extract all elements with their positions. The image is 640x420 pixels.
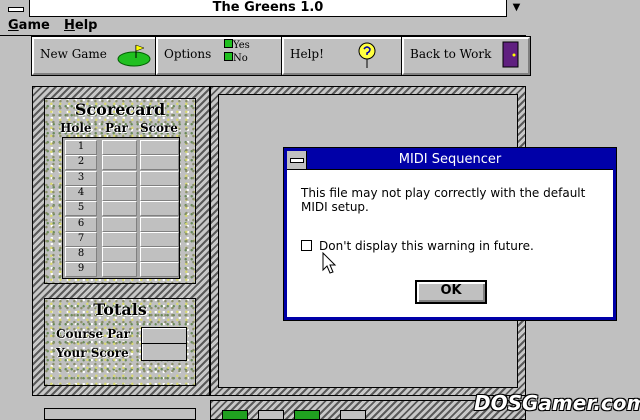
dialog-system-menu[interactable] bbox=[287, 151, 307, 169]
watermark-text: DOSGamer.com bbox=[474, 391, 640, 415]
dialog-system-menu-icon bbox=[290, 158, 304, 163]
minimize-button[interactable]: ▼ bbox=[506, 0, 526, 17]
club-icon-1[interactable] bbox=[222, 410, 248, 420]
par-cell bbox=[102, 170, 137, 186]
hole-number: 2 bbox=[65, 155, 97, 171]
score-header: Score bbox=[140, 121, 178, 135]
score-cell bbox=[140, 231, 179, 247]
system-menu-button[interactable] bbox=[0, 0, 30, 17]
par-cell bbox=[102, 262, 137, 278]
dialog-message: This file may not play correctly with th… bbox=[301, 186, 586, 214]
help-button[interactable]: Help! bbox=[281, 36, 405, 76]
system-menu-icon bbox=[8, 7, 24, 12]
window-title: The Greens 1.0 bbox=[212, 0, 324, 15]
mouse-cursor-icon bbox=[322, 252, 337, 274]
par-cell bbox=[102, 155, 137, 171]
par-cell bbox=[102, 201, 137, 217]
new-game-button[interactable]: New Game bbox=[31, 36, 159, 76]
par-header: Par bbox=[105, 121, 128, 135]
club-icon-3[interactable] bbox=[294, 410, 320, 420]
door-icon bbox=[502, 41, 519, 68]
par-cell bbox=[102, 231, 137, 247]
totals-divider bbox=[142, 343, 186, 344]
hole-header: Hole bbox=[60, 121, 92, 135]
hole-number: 3 bbox=[65, 170, 97, 186]
options-button[interactable]: Options Yes No bbox=[155, 36, 285, 76]
score-cell bbox=[140, 170, 179, 186]
options-yes-toggle[interactable]: Yes bbox=[224, 39, 250, 51]
score-cell bbox=[140, 216, 179, 232]
toolbar: New Game Options Yes No Help! Back to Wo… bbox=[31, 36, 531, 76]
hole-number: 5 bbox=[65, 201, 97, 217]
hole-number: 8 bbox=[65, 247, 97, 263]
totals-title: Totals bbox=[93, 300, 147, 319]
score-cell bbox=[140, 201, 179, 217]
ok-button[interactable]: OK bbox=[415, 280, 487, 304]
back-to-work-button[interactable]: Back to Work bbox=[401, 36, 531, 76]
golf-green-icon bbox=[117, 44, 151, 67]
par-cell bbox=[102, 247, 137, 263]
score-cell bbox=[140, 155, 179, 171]
par-cell bbox=[102, 140, 137, 155]
menu-help[interactable]: Help bbox=[64, 18, 97, 34]
score-cell bbox=[140, 140, 179, 155]
score-cell bbox=[140, 262, 179, 278]
question-balloon-icon bbox=[358, 42, 376, 68]
yes-box-icon bbox=[224, 39, 233, 48]
par-cell bbox=[102, 185, 137, 201]
menu-bar: Game Help bbox=[0, 17, 526, 36]
your-score-label: Your Score bbox=[56, 346, 129, 360]
club-icon-4[interactable] bbox=[340, 410, 366, 420]
midi-sequencer-dialog: MIDI Sequencer This file may not play co… bbox=[283, 147, 617, 321]
dont-display-checkbox[interactable] bbox=[301, 240, 312, 251]
hole-number: 6 bbox=[65, 216, 97, 232]
totals-values-box bbox=[141, 327, 187, 361]
course-par-label: Course Par bbox=[56, 327, 130, 341]
hole-number: 1 bbox=[65, 140, 97, 155]
no-box-icon bbox=[224, 52, 233, 61]
par-cell bbox=[102, 216, 137, 232]
score-cell bbox=[140, 247, 179, 263]
status-box bbox=[44, 408, 196, 420]
score-cell bbox=[140, 185, 179, 201]
hole-number: 7 bbox=[65, 231, 97, 247]
scorecard-title: Scorecard bbox=[74, 100, 166, 119]
club-icon-2[interactable] bbox=[258, 410, 284, 420]
hole-number: 4 bbox=[65, 185, 97, 201]
hole-number: 9 bbox=[65, 262, 97, 278]
dialog-body: This file may not play correctly with th… bbox=[287, 169, 613, 317]
dialog-title: MIDI Sequencer bbox=[287, 151, 613, 169]
dont-display-label[interactable]: Don't display this warning in future. bbox=[319, 239, 534, 253]
options-no-toggle[interactable]: No bbox=[224, 52, 248, 64]
menu-game[interactable]: Game bbox=[8, 18, 50, 34]
